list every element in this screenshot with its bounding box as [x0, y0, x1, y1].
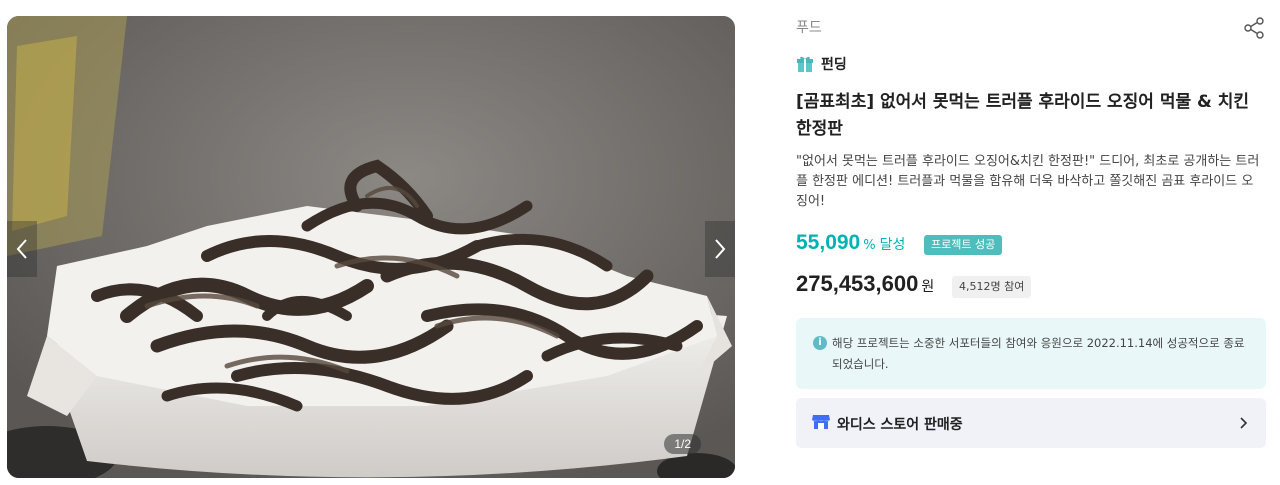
product-title: [곰표최초] 없어서 못먹는 트러플 후라이드 오징어 먹물 & 치킨 한정판	[796, 92, 1250, 139]
funded-amount: 275,453,600 원	[796, 271, 934, 297]
gift-icon	[797, 56, 813, 72]
chevron-right-icon	[1240, 417, 1248, 429]
share-icon[interactable]	[1242, 16, 1266, 40]
store-label: 와디스 스토어 판매중	[837, 417, 963, 433]
notice-text: 해당 프로젝트는 소중한 서포터들의 참여와 응원으로 2022.11.14에 …	[832, 336, 1245, 371]
achievement-rate-value: 55,090	[796, 231, 861, 254]
achievement-rate: 55,090 % 달성	[796, 231, 905, 255]
chevron-right-icon	[715, 239, 726, 259]
store-link-button[interactable]: 와디스 스토어 판매중	[796, 398, 1266, 448]
store-icon	[812, 415, 830, 429]
product-photo	[7, 16, 735, 478]
achievement-rate-unit: %	[863, 238, 876, 253]
gallery-counter: 1/2	[664, 434, 701, 454]
funded-amount-value: 275,453,600	[796, 271, 919, 296]
chevron-left-icon	[16, 239, 27, 259]
funding-label: 펀딩	[821, 57, 847, 73]
product-image-gallery[interactable]: 1/2	[7, 16, 735, 478]
participants-badge: 4,512명 참여	[952, 276, 1032, 298]
category-label[interactable]: 푸드	[796, 17, 822, 37]
info-icon: i	[813, 336, 827, 350]
gallery-next-button[interactable]	[705, 221, 735, 277]
funded-amount-unit: 원	[921, 279, 935, 295]
status-badge: 프로젝트 성공	[924, 235, 1003, 255]
product-description: "없어서 못먹는 트러플 후라이드 오징어&치킨 한정판!" 드디어, 최초로 …	[796, 154, 1260, 209]
gallery-prev-button[interactable]	[7, 221, 37, 277]
achievement-label: 달성	[879, 237, 906, 253]
success-notice: i 해당 프로젝트는 소중한 서포터들의 참여와 응원으로 2022.11.14…	[796, 318, 1266, 389]
funding-tag: 펀딩	[796, 54, 847, 74]
